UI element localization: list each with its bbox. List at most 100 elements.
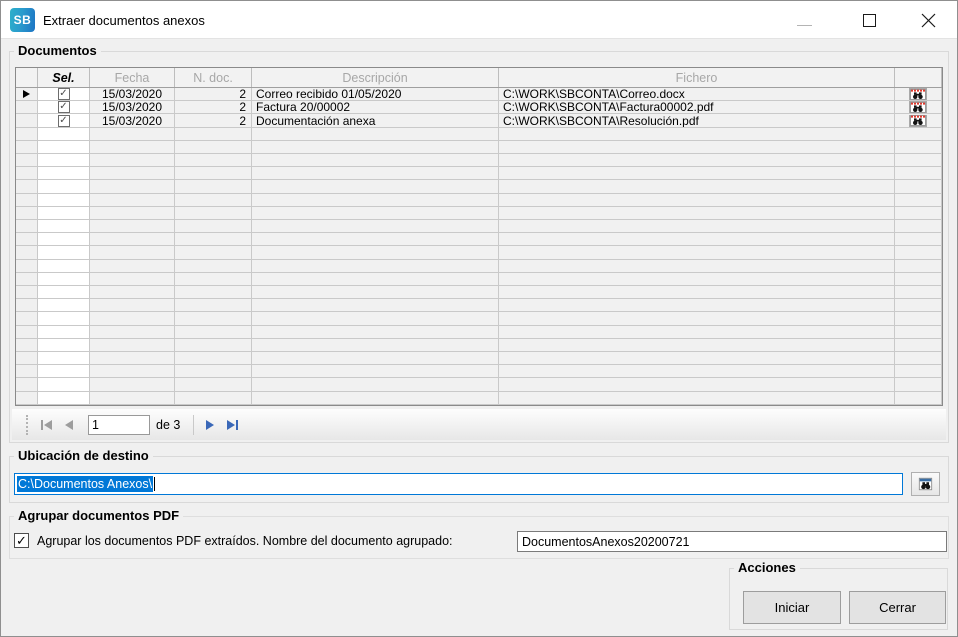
sel-checkbox-cell bbox=[38, 312, 90, 325]
fecha-cell bbox=[90, 154, 175, 167]
ndoc-cell bbox=[175, 299, 252, 312]
close-button[interactable] bbox=[912, 5, 944, 35]
row-selector-cell[interactable] bbox=[16, 88, 38, 101]
fichero-cell bbox=[499, 326, 895, 339]
nav-first-button[interactable] bbox=[36, 414, 58, 436]
previous-record-icon bbox=[63, 419, 75, 431]
binoculars-file-icon bbox=[910, 102, 926, 113]
row-checkbox[interactable]: ✓ bbox=[58, 115, 70, 127]
fichero-cell: C:\WORK\SBCONTA\Factura00002.pdf bbox=[499, 101, 895, 114]
fecha-cell bbox=[90, 378, 175, 391]
row-checkbox[interactable]: ✓ bbox=[58, 101, 70, 113]
sel-checkbox-cell bbox=[38, 180, 90, 193]
window-title: Extraer documentos anexos bbox=[43, 1, 205, 39]
nav-prev-button[interactable] bbox=[58, 414, 80, 436]
row-selector-cell bbox=[16, 312, 38, 325]
row-selector-cell bbox=[16, 378, 38, 391]
cerrar-button[interactable]: Cerrar bbox=[849, 591, 946, 624]
agrupar-checkbox[interactable]: ✓ bbox=[14, 533, 29, 548]
sel-checkbox-cell[interactable]: ✓ bbox=[38, 88, 90, 101]
row-checkbox[interactable]: ✓ bbox=[58, 88, 70, 100]
nav-position-input[interactable] bbox=[88, 415, 150, 435]
column-header-descripcion[interactable]: Descripción bbox=[252, 68, 499, 87]
nav-count-label: de 3 bbox=[156, 418, 180, 432]
iniciar-button[interactable]: Iniciar bbox=[743, 591, 841, 624]
view-file-button[interactable] bbox=[909, 88, 927, 100]
table-row-empty bbox=[16, 167, 942, 180]
sel-checkbox-cell[interactable]: ✓ bbox=[38, 101, 90, 114]
destination-path-value: C:\Documentos Anexos\ bbox=[17, 476, 153, 492]
file-action-cell bbox=[895, 352, 942, 365]
ndoc-cell bbox=[175, 220, 252, 233]
row-selector-cell bbox=[16, 194, 38, 207]
fecha-cell bbox=[90, 299, 175, 312]
row-selector-cell bbox=[16, 352, 38, 365]
table-row-empty bbox=[16, 299, 942, 312]
column-header-ndoc[interactable]: N. doc. bbox=[175, 68, 252, 87]
sel-checkbox-cell[interactable]: ✓ bbox=[38, 114, 90, 127]
view-file-button[interactable] bbox=[909, 115, 927, 127]
fecha-cell bbox=[90, 312, 175, 325]
table-row-empty bbox=[16, 194, 942, 207]
row-selector-cell[interactable] bbox=[16, 114, 38, 127]
file-action-cell[interactable] bbox=[895, 101, 942, 114]
first-record-icon bbox=[40, 419, 54, 431]
file-action-cell bbox=[895, 194, 942, 207]
file-action-cell[interactable] bbox=[895, 114, 942, 127]
fichero-cell bbox=[499, 392, 895, 405]
nav-separator bbox=[193, 415, 194, 435]
grouped-document-name-input[interactable] bbox=[517, 531, 947, 552]
row-selector-cell[interactable] bbox=[16, 101, 38, 114]
fecha-cell bbox=[90, 286, 175, 299]
titlebar[interactable]: SB Extraer documentos anexos bbox=[1, 1, 957, 39]
table-row-empty bbox=[16, 339, 942, 352]
column-header-fichero[interactable]: Fichero bbox=[499, 68, 895, 87]
table-row-empty bbox=[16, 273, 942, 286]
row-selector-cell bbox=[16, 207, 38, 220]
ndoc-cell bbox=[175, 326, 252, 339]
row-selector-cell bbox=[16, 326, 38, 339]
nav-next-button[interactable] bbox=[199, 414, 221, 436]
browse-destination-button[interactable] bbox=[911, 472, 940, 496]
sel-checkbox-cell bbox=[38, 339, 90, 352]
nav-last-button[interactable] bbox=[221, 414, 243, 436]
table-row-empty bbox=[16, 286, 942, 299]
row-selector-cell bbox=[16, 128, 38, 141]
agrupar-checkbox-label: Agrupar los documentos PDF extraídos. No… bbox=[37, 534, 453, 548]
fichero-cell bbox=[499, 246, 895, 259]
browse-binoculars-icon bbox=[918, 476, 933, 492]
column-header-actions bbox=[895, 68, 942, 87]
grid-body: ✓15/03/20202Correo recibido 01/05/2020C:… bbox=[16, 88, 942, 405]
row-selector-cell bbox=[16, 392, 38, 405]
file-action-cell bbox=[895, 233, 942, 246]
row-selector-cell bbox=[16, 180, 38, 193]
row-selector-cell bbox=[16, 246, 38, 259]
ndoc-cell bbox=[175, 167, 252, 180]
minimize-button[interactable] bbox=[788, 5, 820, 35]
view-file-button[interactable] bbox=[909, 101, 927, 113]
table-row-empty bbox=[16, 128, 942, 141]
ubicacion-groupbox: Ubicación de destino C:\Documentos Anexo… bbox=[9, 456, 949, 503]
descripcion-cell bbox=[252, 167, 499, 180]
destination-path-input[interactable]: C:\Documentos Anexos\ bbox=[14, 473, 903, 495]
documents-grid[interactable]: Sel.FechaN. doc.DescripciónFichero ✓15/0… bbox=[15, 67, 943, 406]
file-action-cell bbox=[895, 326, 942, 339]
column-header-fecha[interactable]: Fecha bbox=[90, 68, 175, 87]
file-action-cell bbox=[895, 286, 942, 299]
file-action-cell bbox=[895, 141, 942, 154]
file-action-cell[interactable] bbox=[895, 88, 942, 101]
maximize-icon bbox=[863, 14, 876, 27]
ndoc-cell bbox=[175, 339, 252, 352]
descripcion-cell bbox=[252, 128, 499, 141]
next-record-icon bbox=[204, 419, 216, 431]
navigator-grip[interactable] bbox=[26, 415, 30, 435]
ndoc-cell bbox=[175, 312, 252, 325]
maximize-button[interactable] bbox=[853, 5, 885, 35]
file-action-cell bbox=[895, 312, 942, 325]
sel-checkbox-cell bbox=[38, 128, 90, 141]
fichero-cell: C:\WORK\SBCONTA\Correo.docx bbox=[499, 88, 895, 101]
table-row-empty bbox=[16, 141, 942, 154]
table-row-empty bbox=[16, 352, 942, 365]
fichero-cell bbox=[499, 154, 895, 167]
column-header-sel[interactable]: Sel. bbox=[38, 68, 90, 87]
